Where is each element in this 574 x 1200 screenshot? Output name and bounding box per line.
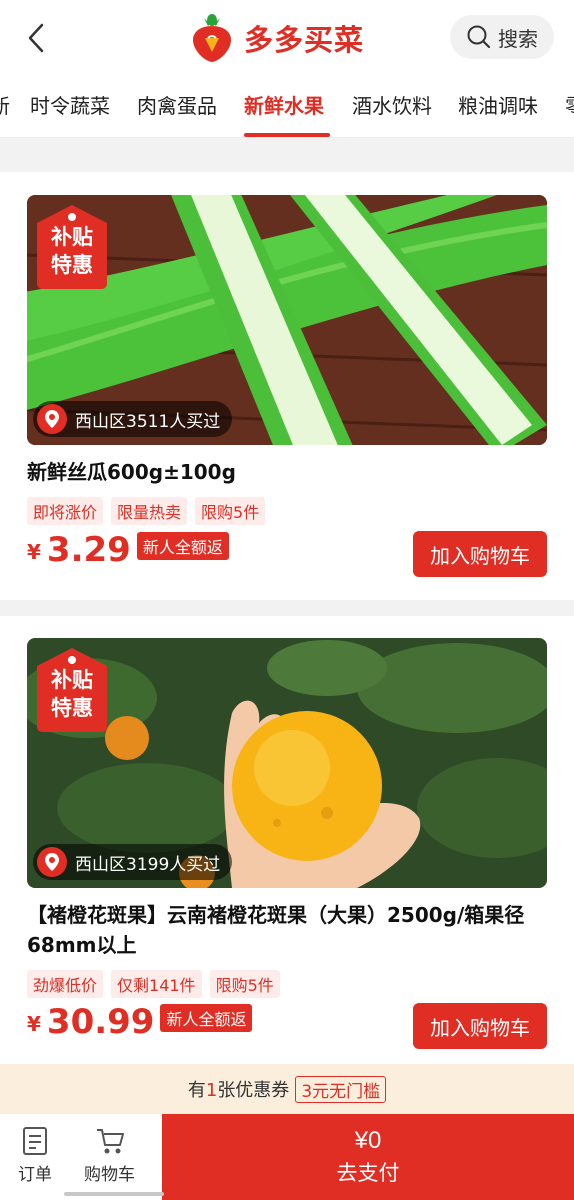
top-bar: 多多买菜 搜索 [0, 0, 574, 76]
checkout-button[interactable]: ¥0 去支付 [162, 1114, 574, 1200]
search-button[interactable]: 搜索 [450, 15, 554, 59]
category-tabs: 新 时令蔬菜 肉禽蛋品 新鲜水果 酒水饮料 粮油调味 零 [0, 76, 574, 138]
tab-drinks[interactable]: 酒水饮料 [352, 90, 432, 119]
location-pin-icon [37, 404, 67, 434]
price-row: ¥ 3.29 新人全额返 [27, 532, 229, 568]
pay-label: 去支付 [336, 1162, 400, 1185]
product-price: 30.99 [46, 1002, 155, 1042]
tab-grain-oil[interactable]: 粮油调味 [458, 90, 538, 119]
orders-nav[interactable]: 订单 [18, 1126, 52, 1185]
buyers-count-pill: 西山区3199人买过 [33, 844, 233, 880]
cart-label: 购物车 [84, 1165, 135, 1185]
tab-partial-right[interactable]: 零 [565, 90, 574, 119]
coupon-suffix: 张优惠券 [217, 1080, 290, 1101]
search-icon [467, 25, 491, 49]
coupon-badge: 3元无门槛 [295, 1075, 387, 1103]
product-tags: 劲爆低价 仅剩141件 限购5件 [27, 970, 280, 998]
buyers-count-pill: 西山区3511人买过 [33, 401, 233, 437]
currency-symbol: ¥ [27, 540, 41, 564]
order-list-icon [23, 1127, 47, 1155]
product-image[interactable]: 补贴 特惠 西山区3199人买过 [27, 638, 547, 888]
back-button[interactable] [18, 20, 54, 56]
app-screen: 多多买菜 搜索 新 时令蔬菜 肉禽蛋品 新鲜水果 酒水饮料 粮油调味 零 [0, 0, 574, 1200]
product-tag: 限量热卖 [111, 497, 188, 525]
orders-label: 订单 [18, 1165, 52, 1185]
price-row: ¥ 30.99 新人全额返 [27, 1002, 253, 1042]
subsidy-badge: 补贴 特惠 [37, 648, 107, 732]
chevron-left-icon [28, 23, 44, 53]
coupon-bar[interactable]: 有1张优惠券 3元无门槛 [0, 1064, 574, 1114]
product-title[interactable]: 新鲜丝瓜600g±100g [27, 457, 547, 487]
location-pin-icon [37, 847, 67, 877]
subsidy-line-1: 补贴 [51, 668, 93, 692]
app-logo: 多多买菜 [190, 12, 364, 64]
shopping-cart-icon [96, 1129, 124, 1154]
pay-amount: ¥0 [354, 1127, 382, 1154]
search-label: 搜索 [498, 26, 538, 51]
cart-nav[interactable]: 购物车 [84, 1126, 135, 1185]
product-card[interactable]: 补贴 特惠 西山区3199人买过 【褚橙花斑果】云南褚橙花斑果（大果）2500g… [0, 616, 574, 1064]
home-indicator [64, 1192, 164, 1196]
tab-seasonal-vegetables[interactable]: 时令蔬菜 [30, 90, 110, 119]
buyers-text: 西山区3199人买过 [75, 854, 221, 875]
app-title: 多多买菜 [244, 23, 365, 57]
product-card[interactable]: 补贴 特惠 西山区3511人买过 新鲜丝瓜600g±100g 即将涨价 限量热卖… [0, 172, 574, 600]
product-title[interactable]: 【褚橙花斑果】云南褚橙花斑果（大果）2500g/箱果径68mm以上 [27, 900, 547, 960]
coupon-count: 1 [205, 1080, 218, 1101]
promo-badge: 新人全额返 [136, 532, 229, 560]
tab-meat-eggs[interactable]: 肉禽蛋品 [137, 90, 217, 119]
add-to-cart-button[interactable]: 加入购物车 [413, 1003, 547, 1049]
product-tag: 劲爆低价 [27, 970, 104, 998]
strawberry-logo-icon [193, 14, 231, 62]
product-price: 3.29 [46, 530, 131, 570]
tab-fresh-fruit[interactable]: 新鲜水果 [244, 90, 324, 119]
product-tag: 仅剩141件 [111, 970, 202, 998]
currency-symbol: ¥ [27, 1012, 41, 1036]
subsidy-line-1: 补贴 [51, 225, 93, 249]
product-tag: 限购5件 [195, 497, 266, 525]
subsidy-line-2: 特惠 [51, 253, 93, 277]
bottom-bar: 订单 购物车 ¥0 去支付 [0, 1114, 574, 1200]
buyers-text: 西山区3511人买过 [75, 411, 221, 432]
product-tag: 即将涨价 [27, 497, 104, 525]
coupon-prefix: 有 [187, 1080, 206, 1101]
add-to-cart-button[interactable]: 加入购物车 [413, 531, 547, 577]
active-tab-indicator [244, 133, 330, 137]
subsidy-line-2: 特惠 [51, 696, 93, 720]
subsidy-badge: 补贴 特惠 [37, 205, 107, 289]
product-tag: 限购5件 [209, 970, 280, 998]
product-image[interactable]: 补贴 特惠 西山区3511人买过 [27, 195, 547, 445]
tab-partial-left[interactable]: 新 [0, 90, 10, 119]
product-tags: 即将涨价 限量热卖 限购5件 [27, 497, 266, 525]
promo-badge: 新人全额返 [160, 1004, 253, 1032]
